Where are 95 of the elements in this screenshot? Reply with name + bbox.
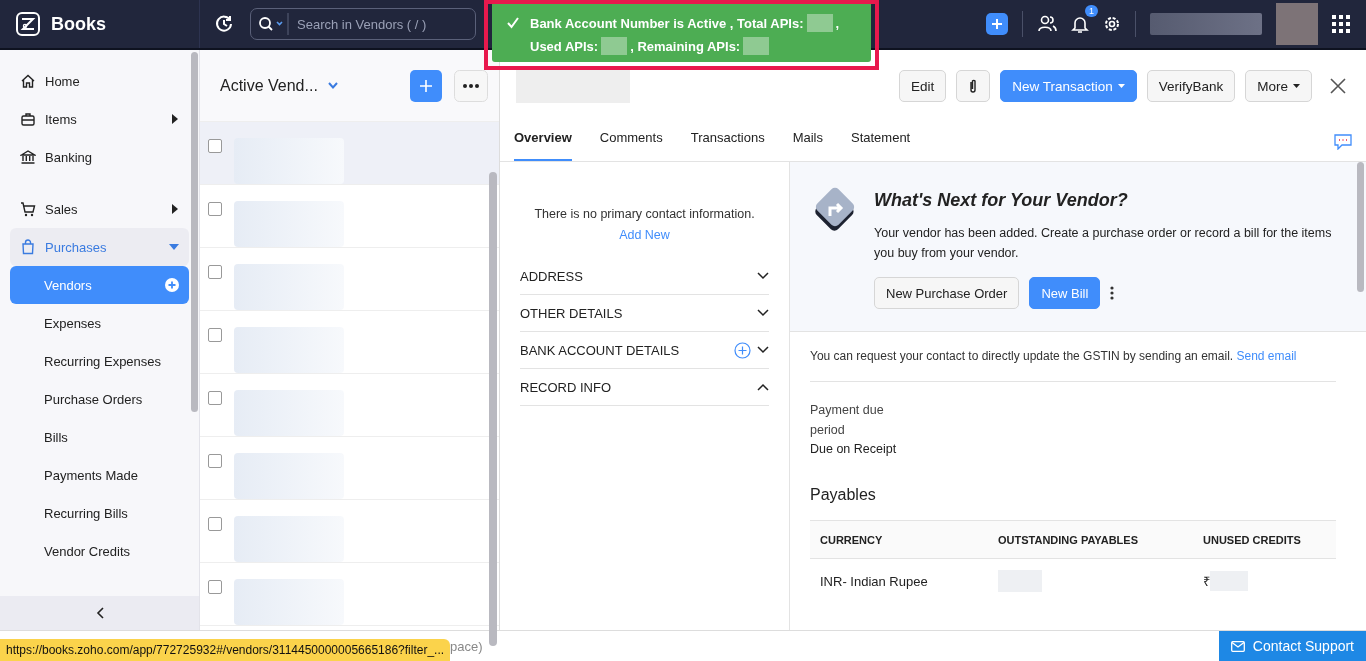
bell-icon[interactable] — [1071, 14, 1089, 34]
users-icon[interactable] — [1037, 14, 1057, 34]
tab[interactable]: Mails — [792, 122, 823, 161]
footer-text: pace) — [450, 638, 483, 654]
more-vertical-icon[interactable] — [1110, 286, 1115, 300]
contact-support-button[interactable]: Contact Support — [1218, 631, 1366, 661]
sidebar-item[interactable]: Vendor Credits — [10, 532, 189, 570]
redacted-block — [806, 14, 833, 32]
checkbox[interactable] — [208, 454, 222, 468]
contact-message: There is no primary contact information. — [533, 206, 756, 223]
field-value: Due on Receipt — [810, 442, 898, 456]
briefcase-icon — [20, 111, 36, 127]
chevron-down-icon — [327, 82, 338, 89]
logo-icon — [15, 11, 41, 37]
scrollbar[interactable] — [489, 172, 497, 646]
toast-text: Used APIs: — [530, 38, 599, 54]
caret-down-icon — [169, 243, 179, 251]
toast-text: , Remaining APIs: — [630, 38, 741, 54]
close-icon[interactable] — [1330, 78, 1346, 94]
add-circle-icon[interactable] — [165, 278, 179, 292]
sidebar-item[interactable]: Recurring Expenses — [10, 342, 189, 380]
redacted-block — [601, 37, 628, 55]
history-icon[interactable] — [214, 14, 234, 34]
action-button[interactable]: Edit — [898, 70, 947, 102]
section-header[interactable]: ADDRESS — [520, 258, 769, 295]
redacted-block — [743, 37, 770, 55]
add-icon[interactable] — [986, 13, 1008, 35]
chevron-down-icon — [757, 272, 769, 280]
chat-icon[interactable] — [1334, 133, 1352, 150]
caret-right-icon — [171, 114, 179, 124]
tab[interactable]: Statement — [850, 122, 911, 161]
table-cell-text: INR- Indian Rupee — [819, 573, 929, 589]
column-header: CURRENCY — [819, 533, 884, 546]
link-url-tooltip: https://books.zoho.com/app/772725932#/vendors/3114450000005665186?filter_... — [0, 639, 451, 661]
tab[interactable]: Transactions — [690, 122, 765, 161]
search-field[interactable]: Search in Vendors ( / ) — [250, 8, 476, 40]
chevron-up-icon — [757, 383, 769, 391]
card-text: Your vendor has been added. Create a purchase order or record a bill for the items you buy from your vendor. — [874, 225, 1333, 262]
scrollbar[interactable] — [1357, 162, 1364, 292]
section-header[interactable]: RECORD INFO — [520, 369, 769, 406]
sidebar-item[interactable]: Purchase Orders — [10, 380, 189, 418]
checkbox[interactable] — [208, 139, 222, 153]
more-options-icon[interactable] — [454, 69, 488, 102]
action-button[interactable]: VerifyBank — [1146, 70, 1236, 102]
section-header[interactable]: BANK ACCOUNT DETAILS — [520, 332, 769, 369]
paperclip-icon — [968, 78, 979, 94]
checkbox[interactable] — [208, 391, 222, 405]
section-header[interactable]: OTHER DETAILS — [520, 295, 769, 332]
section-title: Payables — [810, 486, 877, 504]
checkbox[interactable] — [208, 328, 222, 342]
bank-icon — [20, 149, 36, 165]
add-circle-icon[interactable] — [734, 341, 751, 359]
notification-count: 1 — [1085, 5, 1098, 17]
sidebar-item[interactable]: Payments Made — [10, 456, 189, 494]
tab[interactable]: Comments — [599, 122, 663, 161]
action-button[interactable]: More — [1245, 70, 1312, 102]
add-button-icon[interactable] — [410, 69, 442, 102]
sidebar-item[interactable]: Purchases — [10, 228, 189, 266]
sidebar-item[interactable]: Recurring Bills — [10, 494, 189, 532]
column-header: UNUSED CREDITS — [1202, 533, 1301, 546]
gstin-message: You can request your contact to directly update the GSTIN by sending an email. Send email — [810, 349, 1298, 363]
shopping-bag-icon — [20, 239, 36, 255]
cart-icon — [20, 201, 36, 217]
sidebar-item[interactable]: Sales — [10, 190, 189, 228]
home-icon — [20, 73, 36, 89]
chevron-down-icon — [757, 309, 769, 317]
settings-icon[interactable] — [1103, 15, 1121, 33]
sidebar-item[interactable]: Home — [10, 62, 189, 100]
checkbox[interactable] — [208, 202, 222, 216]
checkbox[interactable] — [208, 517, 222, 531]
app-name: Books — [51, 13, 106, 35]
column-header: OUTSTANDING PAYABLES — [997, 533, 1139, 546]
sidebar-item[interactable]: Items — [10, 100, 189, 138]
search-icon[interactable] — [258, 13, 289, 35]
checkbox[interactable] — [208, 265, 222, 279]
view-dropdown[interactable]: Active Vend... — [220, 76, 400, 95]
tab[interactable]: Overview — [514, 122, 572, 161]
card-title: What's Next for Your Vendor? — [874, 190, 1129, 211]
field-label: Payment due period — [810, 402, 885, 439]
checkbox[interactable] — [208, 580, 222, 594]
chevron-left-icon[interactable] — [95, 607, 104, 619]
check-icon — [506, 16, 520, 30]
caret-right-icon — [171, 204, 179, 214]
toast-text: , — [835, 15, 840, 31]
scrollbar[interactable] — [191, 52, 198, 412]
action-button[interactable]: New Purchase Order — [874, 277, 1020, 309]
apps-grid-icon[interactable] — [1332, 15, 1350, 33]
sidebar-item[interactable]: Bills — [10, 418, 189, 456]
attach-button[interactable] — [956, 70, 991, 102]
currency-symbol: ₹ — [1203, 573, 1210, 590]
sidebar-item[interactable]: Expenses — [10, 304, 189, 342]
chevron-down-icon — [757, 346, 769, 354]
toast-text: Bank Account Number is Active , Total APIs: — [530, 15, 804, 31]
sidebar-item[interactable]: Banking — [10, 138, 189, 176]
mail-icon — [1230, 640, 1245, 652]
